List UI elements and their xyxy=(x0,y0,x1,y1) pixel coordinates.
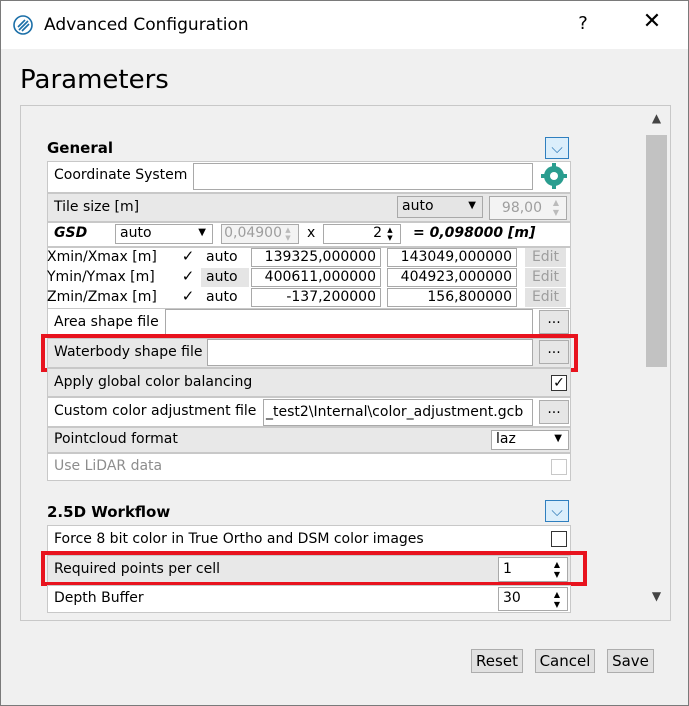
dropdown-arrow-icon: ▼ xyxy=(198,227,206,238)
area-shape-file-label: Area shape file xyxy=(54,314,159,330)
custom-color-adjustment-field[interactable]: _test2\Internal\color_adjustment.gcb xyxy=(263,399,533,426)
zmin-zmax-edit-button[interactable]: Edit xyxy=(525,288,566,307)
xmin-xmax-edit-button[interactable]: Edit xyxy=(525,248,566,267)
gsd-value-spinner: 0,04900 ▲ ▼ xyxy=(221,224,299,244)
use-lidar-checkbox xyxy=(551,459,567,475)
close-button[interactable]: ✕ xyxy=(637,9,667,34)
area-shape-file-browse-button[interactable]: ... xyxy=(539,310,569,334)
gsd-label: GSD xyxy=(54,225,88,241)
tile-size-label: Tile size [m] xyxy=(54,199,140,215)
app-logo-icon xyxy=(13,15,33,35)
coordinate-system-field[interactable] xyxy=(193,163,533,190)
depth-buffer-label: Depth Buffer xyxy=(54,590,144,606)
spinner-arrows-icon: ▲ ▼ xyxy=(553,590,561,609)
advanced-configuration-window: Advanced Configuration ? ✕ Parameters ▲ … xyxy=(0,0,689,706)
tile-size-mode-select[interactable]: auto ▼ xyxy=(397,196,483,218)
spinner-arrows-icon: ▲ ▼ xyxy=(285,226,291,242)
waterbody-highlight-box xyxy=(41,334,578,372)
xmin-xmax-checkbox[interactable]: ✓ xyxy=(179,248,197,266)
page-title: Parameters xyxy=(20,65,169,95)
ymax-field[interactable]: 404923,000000 xyxy=(387,268,517,287)
cancel-button[interactable]: Cancel xyxy=(535,649,595,673)
window-title: Advanced Configuration xyxy=(44,15,249,35)
depth-buffer-row: Depth Buffer xyxy=(47,585,571,613)
tile-size-value-spinner: 98,00 ▲ ▼ xyxy=(489,196,567,220)
zmin-zmax-checkbox[interactable]: ✓ xyxy=(179,288,197,306)
ymin-ymax-checkbox[interactable]: ✓ xyxy=(179,268,197,286)
zmax-field[interactable]: 156,800000 xyxy=(387,288,517,307)
workflow-25d-section-title: 2.5D Workflow xyxy=(47,503,171,521)
zmin-zmax-label: Zmin/Zmax [m] xyxy=(47,289,157,305)
depth-buffer-spinner[interactable]: 30 ▲ ▼ xyxy=(498,587,568,611)
workflow-25d-collapse-chevron-icon[interactable]: ⌵ xyxy=(545,500,569,522)
gsd-multiplier-spinner[interactable]: 2 ▲ ▼ xyxy=(323,224,401,244)
force-8bit-checkbox[interactable] xyxy=(551,531,567,547)
title-bar: Advanced Configuration ? ✕ xyxy=(1,1,688,49)
coordinate-system-label: Coordinate System xyxy=(54,167,188,183)
custom-color-adjustment-browse-button[interactable]: ... xyxy=(539,400,569,424)
scroll-down-arrow-icon[interactable]: ▼ xyxy=(644,589,669,613)
global-color-balancing-checkbox[interactable]: ✓ xyxy=(551,375,567,391)
spinner-arrows-icon: ▲ ▼ xyxy=(552,198,560,217)
ymin-ymax-mode: auto xyxy=(206,269,238,285)
force-8bit-label: Force 8 bit color in True Ortho and DSM … xyxy=(54,531,424,547)
dropdown-arrow-icon: ▼ xyxy=(468,200,476,211)
scroll-thumb[interactable] xyxy=(646,135,667,367)
xmin-field[interactable]: 139325,000000 xyxy=(251,248,381,267)
ymin-ymax-edit-button[interactable]: Edit xyxy=(525,268,566,287)
save-button[interactable]: Save xyxy=(607,649,654,673)
reset-button[interactable]: Reset xyxy=(471,649,523,673)
xmin-xmax-label: Xmin/Xmax [m] xyxy=(47,249,157,265)
gsd-mode-select[interactable]: auto ▼ xyxy=(115,224,213,244)
area-shape-file-field[interactable] xyxy=(165,309,533,336)
xmin-xmax-mode: auto xyxy=(206,249,238,265)
gsd-result: = 0,098000 [m] xyxy=(413,225,536,241)
dropdown-arrow-icon: ▼ xyxy=(554,433,562,444)
xmax-field[interactable]: 143049,000000 xyxy=(387,248,517,267)
ymin-field[interactable]: 400611,000000 xyxy=(251,268,381,287)
scroll-up-arrow-icon[interactable]: ▲ xyxy=(644,111,669,135)
ymin-ymax-label: Ymin/Ymax [m] xyxy=(47,269,155,285)
gsd-times-sign: x xyxy=(307,225,316,241)
pointcloud-format-label: Pointcloud format xyxy=(54,431,178,447)
global-color-balancing-label: Apply global color balancing xyxy=(54,374,253,390)
zmin-field[interactable]: -137,200000 xyxy=(251,288,381,307)
required-points-highlight-box xyxy=(41,551,587,586)
custom-color-adjustment-label: Custom color adjustment file xyxy=(54,403,257,419)
general-collapse-chevron-icon[interactable]: ⌵ xyxy=(545,137,569,159)
spinner-arrows-icon: ▲ ▼ xyxy=(387,226,393,242)
use-lidar-label: Use LiDAR data xyxy=(54,458,163,474)
use-lidar-row: Use LiDAR data xyxy=(47,453,571,481)
global-color-balancing-row: Apply global color balancing xyxy=(47,368,571,397)
pointcloud-format-select[interactable]: laz ▼ xyxy=(491,430,569,450)
help-button[interactable]: ? xyxy=(573,13,593,34)
general-section-title: General xyxy=(47,139,113,157)
gear-icon[interactable] xyxy=(541,163,567,189)
zmin-zmax-mode: auto xyxy=(206,289,238,305)
